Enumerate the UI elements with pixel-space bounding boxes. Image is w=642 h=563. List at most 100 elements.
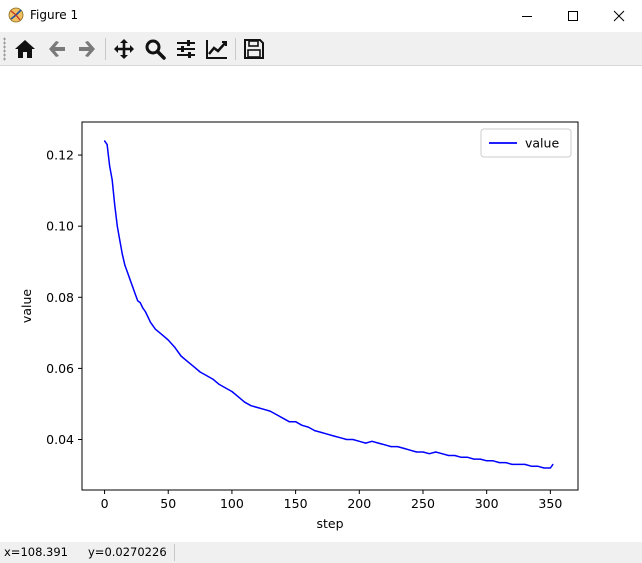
y-axis-label: value [19,289,34,323]
maximize-button[interactable] [550,0,596,32]
pan-button[interactable] [111,36,137,62]
cursor-y-readout: y=0.0270226 [88,545,167,559]
data-point [326,433,329,435]
zoom-button[interactable] [142,36,168,62]
x-tick-label: 0 [101,496,109,511]
data-point [409,449,411,451]
home-icon [15,40,35,58]
data-point [505,462,507,464]
data-point [511,463,513,465]
edit-axis-button[interactable] [204,36,230,62]
matplotlib-logo-icon [8,7,24,23]
data-point [295,421,297,423]
navigation-toolbar [0,32,642,66]
data-point [486,460,488,462]
data-point [109,165,111,167]
data-point [186,360,188,362]
home-button[interactable] [12,36,38,62]
data-point [269,410,271,412]
data-point [137,300,139,302]
close-button[interactable] [596,0,642,32]
back-button[interactable] [44,36,70,62]
data-point [377,442,380,444]
data-point [129,278,131,281]
minimize-button[interactable] [504,0,550,32]
data-point [492,460,494,462]
data-point [224,387,227,389]
data-point [218,383,220,385]
legend: value [480,128,572,158]
arrow-right-icon [79,41,95,57]
x-tick-label: 150 [284,496,308,511]
data-point [131,286,134,288]
data-point [256,406,258,409]
data-point [119,239,121,241]
data-point [552,463,554,465]
toolbar-grip[interactable] [3,37,6,61]
status-separator [174,544,175,561]
x-axis-label: step [316,516,343,531]
minimize-icon [522,16,532,17]
data-point [314,430,316,432]
data-point [352,438,354,441]
x-tick-label: 350 [538,496,562,511]
data-point [237,396,239,398]
data-point [365,442,367,444]
configure-subplots-button[interactable] [173,36,199,62]
data-point [524,463,526,465]
data-point [288,421,290,423]
data-point [199,371,201,373]
data-point [174,346,176,348]
data-point [193,366,195,368]
series-points-value [103,140,554,469]
data-point [144,310,146,313]
line-chart: 0 50 100 150 200 250 300 350 0.04 0.06 0.08 0.10 0.1… [19,121,579,531]
data-point [282,417,284,419]
close-icon [613,10,625,22]
arrow-left-icon [49,41,65,57]
data-point [435,451,437,453]
data-point [103,140,106,142]
data-point [142,307,144,309]
save-button[interactable] [241,36,267,62]
floppy-disk-icon [244,39,264,59]
data-point [116,225,118,227]
data-point [447,454,450,457]
figure-canvas[interactable]: 0 50 100 150 200 250 300 350 0.04 0.06 0.08 0.10 0.1… [0,66,642,542]
data-point [244,401,246,403]
data-point [250,405,252,407]
data-point [161,334,163,336]
data-point [121,254,123,256]
data-point [231,390,233,393]
data-point [152,325,154,327]
data-point [147,316,149,318]
data-point [422,451,424,453]
window-title: Figure 1 [30,8,79,22]
forward-button[interactable] [74,36,100,62]
toolbar-separator [235,38,236,60]
move-icon [114,39,134,59]
data-point [416,451,418,453]
series-line-value [103,140,554,469]
data-point [466,456,469,458]
data-point [205,374,208,377]
data-point [460,456,462,458]
x-tick-label: 100 [220,496,244,511]
y-tick-label: 0.04 [46,432,74,447]
maximize-icon [568,11,578,21]
data-point [384,444,386,446]
data-point [371,440,373,442]
title-bar: Figure 1 [0,0,642,32]
data-point [124,264,126,266]
data-point [396,446,399,448]
magnifier-icon [145,39,166,60]
legend-label: value [525,136,559,151]
data-point [180,355,182,357]
line-chart-icon [206,40,227,59]
y-tick-label: 0.06 [46,361,74,376]
data-point [403,447,405,449]
data-point [454,454,456,457]
data-point [428,453,430,455]
data-point [549,467,551,469]
data-point [126,271,129,273]
